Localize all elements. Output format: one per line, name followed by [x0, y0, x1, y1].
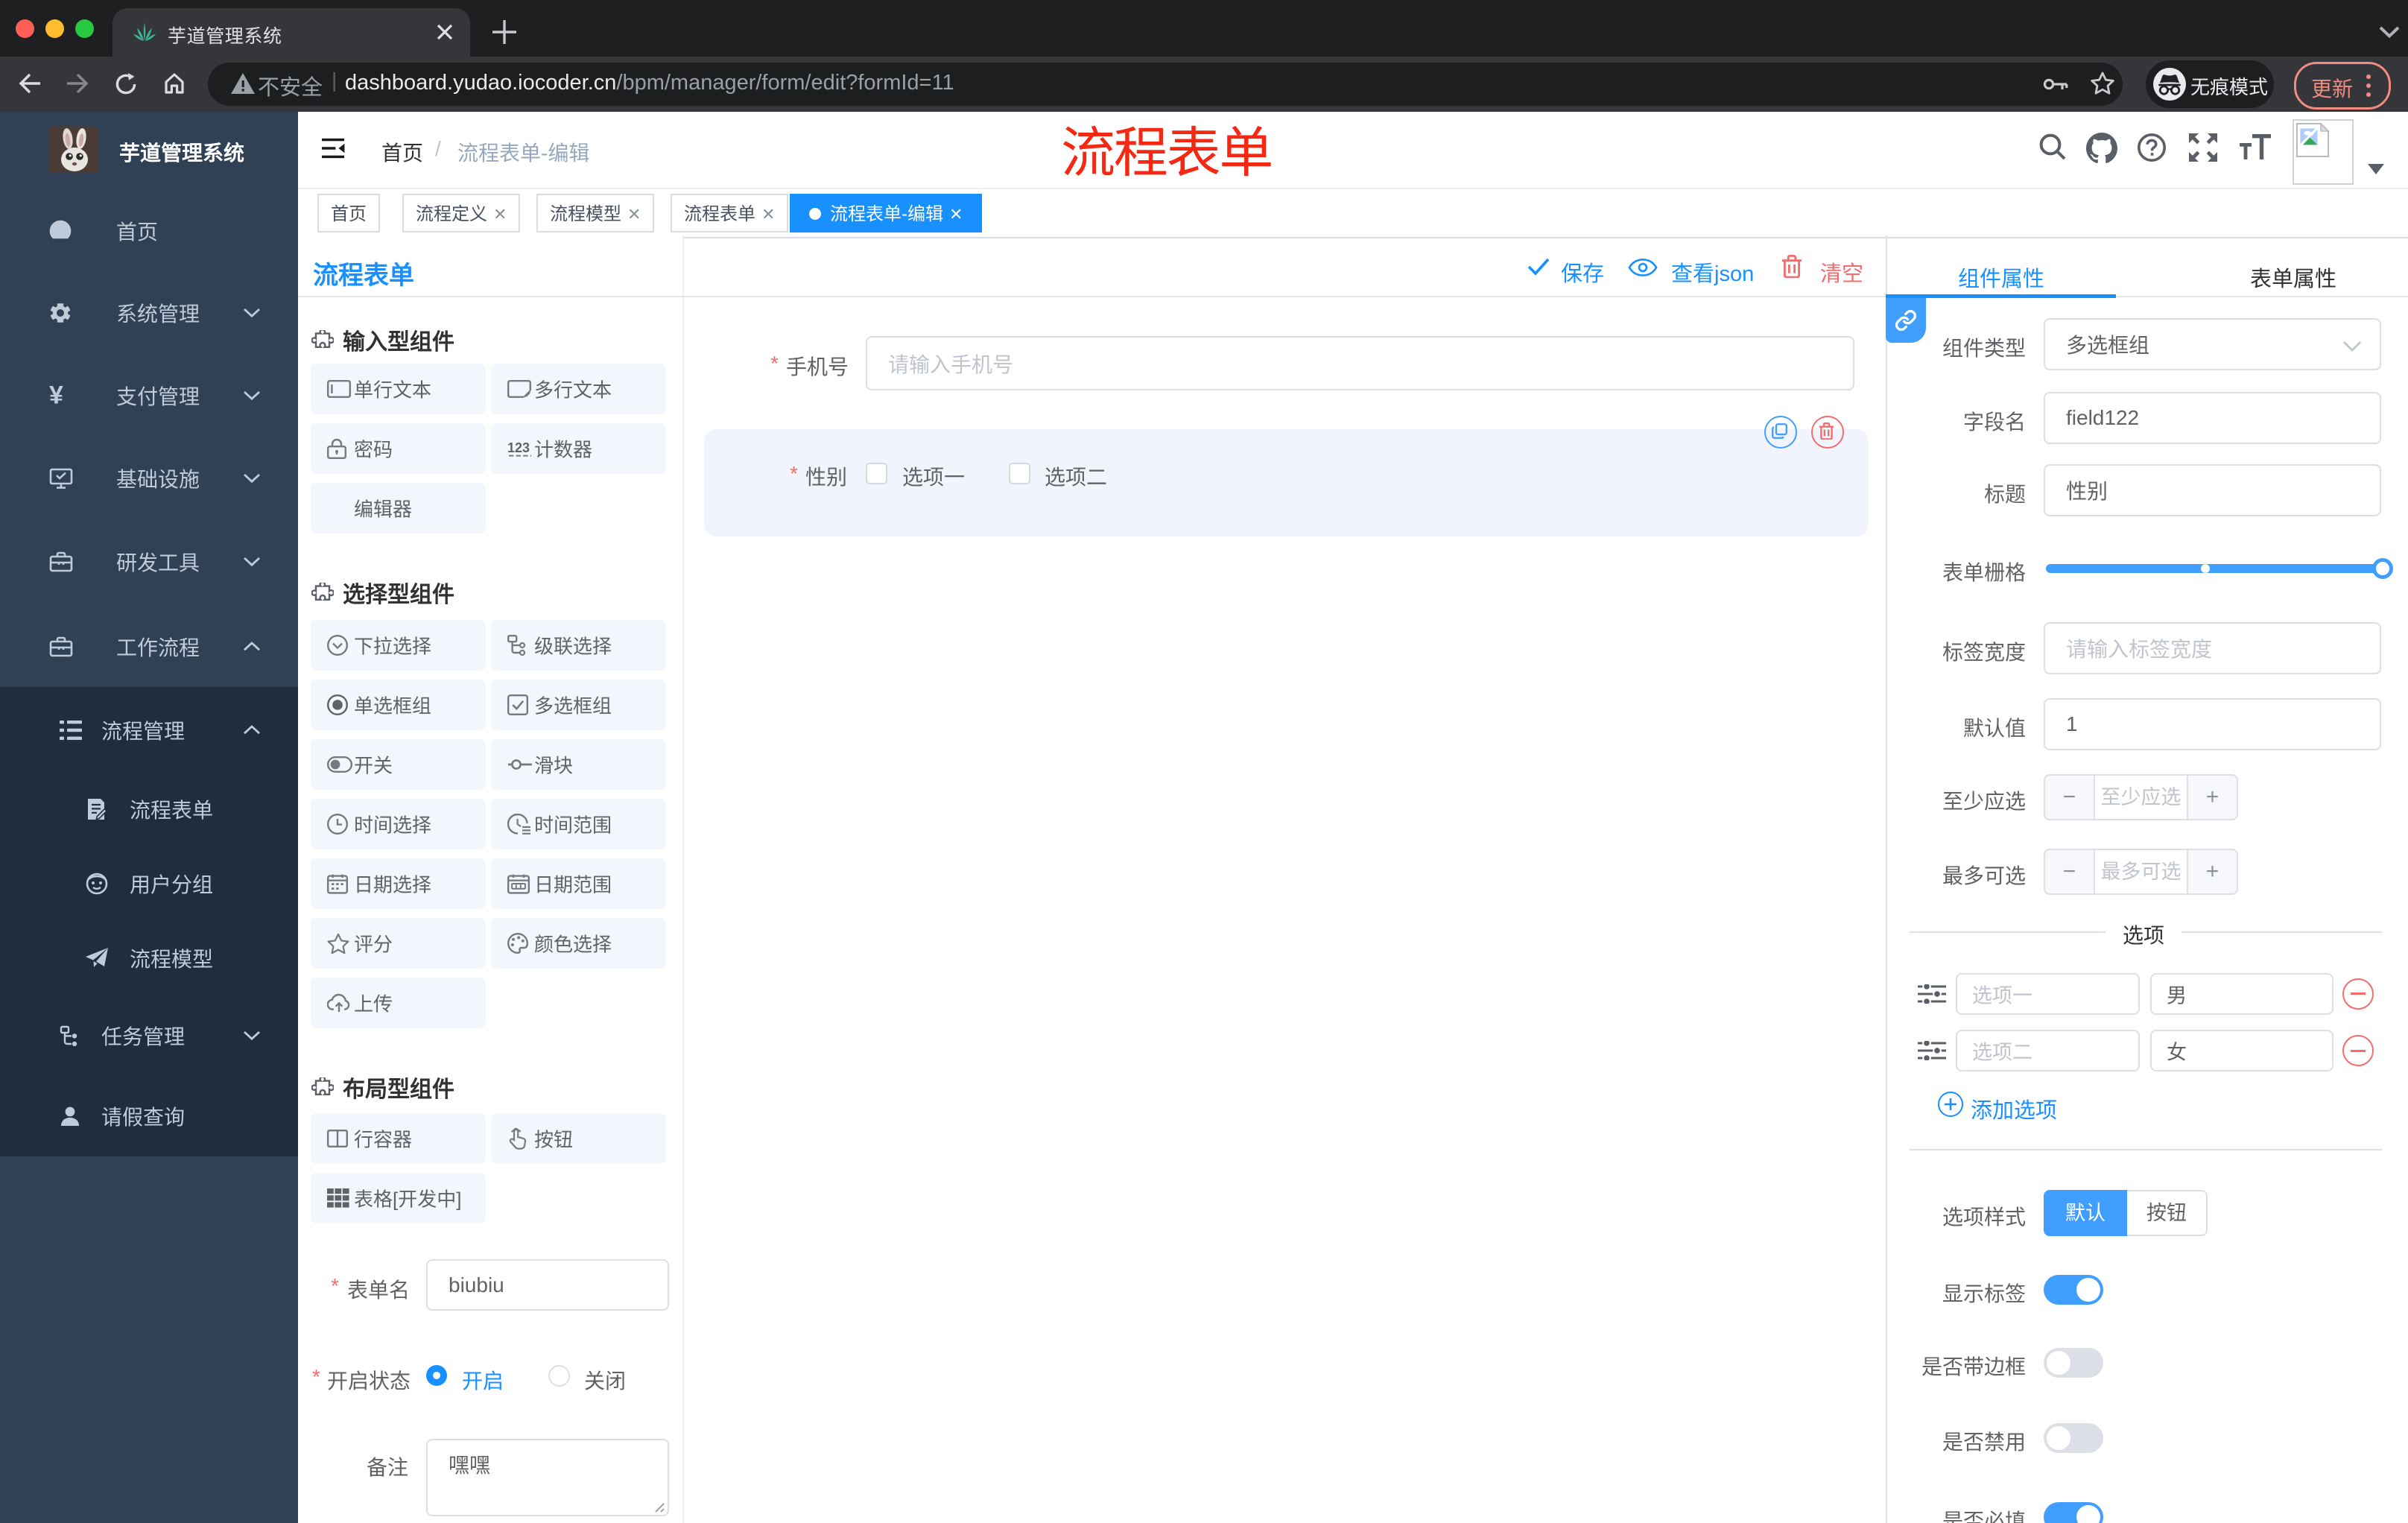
- svg-text:123: 123: [507, 440, 530, 455]
